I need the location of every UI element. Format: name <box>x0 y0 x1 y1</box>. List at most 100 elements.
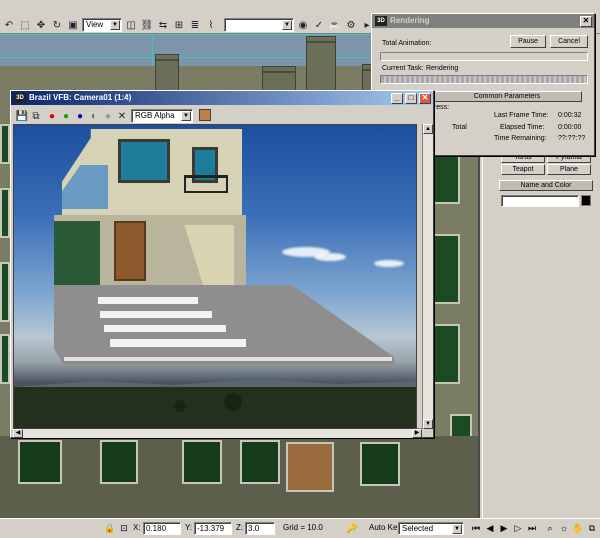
task-progress-fill <box>381 76 587 83</box>
select-object-icon[interactable]: ⬚ <box>18 18 32 32</box>
play-icon[interactable]: ▶ <box>498 523 510 535</box>
scroll-right-icon[interactable]: ▶ <box>412 429 422 438</box>
chimney <box>306 36 336 94</box>
cancel-button[interactable]: Cancel <box>550 35 588 48</box>
name-and-color-rollout[interactable]: Name and Color <box>499 180 593 191</box>
pivot-center-icon[interactable]: ◫ <box>124 18 138 32</box>
scroll-left-icon[interactable]: ◀ <box>13 429 23 438</box>
selected-dropdown-value: Selected <box>402 524 434 533</box>
close-icon[interactable]: ✕ <box>419 93 431 104</box>
pause-button[interactable]: Pause <box>510 35 546 48</box>
clear-icon[interactable]: ✕ <box>115 109 129 123</box>
orbit-icon[interactable]: ☼ <box>558 523 570 535</box>
common-parameters-label: Common Parameters <box>473 93 541 100</box>
common-parameters-rollout[interactable]: Common Parameters <box>432 91 582 102</box>
named-selection-dropdown[interactable]: ▼ <box>224 18 294 32</box>
green-channel-icon[interactable]: ● <box>59 109 73 123</box>
background-color-swatch[interactable] <box>199 109 211 121</box>
alpha-channel-icon[interactable]: ◐ <box>87 109 101 123</box>
scroll-up-icon[interactable]: ▲ <box>423 124 433 134</box>
minimize-icon[interactable]: _ <box>391 93 403 104</box>
tree <box>224 393 242 411</box>
window <box>18 440 62 484</box>
chevron-down-icon: ▼ <box>282 20 292 30</box>
teapot-button[interactable]: Teapot <box>501 164 545 175</box>
rendering-titlebar[interactable]: 3D Rendering ✕ <box>372 14 594 28</box>
status-bar: 🔒 ⊡ X: 0.180 Y: -13.379 Z: 3.0 Grid = 10… <box>0 518 600 538</box>
scale-icon[interactable]: ▣ <box>66 18 80 32</box>
zoom-icon[interactable]: ⌕ <box>544 523 556 535</box>
next-frame-icon[interactable]: ▷ <box>512 523 524 535</box>
select-and-link-icon[interactable]: ⛓ <box>140 18 154 32</box>
vfb-titlebar[interactable]: 3D Brazil VFB: Camera01 (1:4) _ □ ✕ <box>11 91 433 105</box>
key-filter-dropdown[interactable]: Selected ▼ <box>398 522 464 535</box>
object-color-swatch[interactable] <box>581 195 591 206</box>
y-label: Y: <box>185 523 193 532</box>
total-animation-label: Total Animation: <box>382 40 432 47</box>
material-editor-icon[interactable]: ◉ <box>296 18 310 32</box>
reference-coordinate-dropdown[interactable]: View ▼ <box>82 18 122 32</box>
maximize-viewport-icon[interactable]: ⧉ <box>586 523 598 535</box>
window <box>100 440 138 484</box>
curb <box>64 357 392 361</box>
plane-button[interactable]: Plane <box>547 164 591 175</box>
max-app-icon: 3D <box>375 16 387 26</box>
current-task-label: Current Task: <box>382 65 424 72</box>
window <box>432 324 460 384</box>
crosswalk-stripe <box>100 311 212 318</box>
blue-channel-icon[interactable]: ● <box>73 109 87 123</box>
vfb-title: Brazil VFB: Camera01 (1:4) <box>29 93 132 102</box>
view-dropdown-value: View <box>86 20 104 29</box>
tree <box>174 400 186 412</box>
previous-frame-icon[interactable]: ◀ <box>484 523 496 535</box>
auto-key-label[interactable]: Auto Key <box>369 523 401 532</box>
last-frame-time-label: Last Frame Time: <box>494 112 549 119</box>
lock-selection-icon[interactable]: 🔒 <box>104 523 116 535</box>
save-image-icon[interactable]: 💾 <box>15 109 29 123</box>
pan-icon[interactable]: ✋ <box>572 523 584 535</box>
window <box>182 440 222 484</box>
window <box>360 442 400 486</box>
channel-dropdown[interactable]: RGB Alpha ▼ <box>131 109 193 123</box>
window <box>0 124 10 164</box>
close-icon[interactable]: ✕ <box>580 16 592 27</box>
key-icon[interactable]: 🔑 <box>342 523 362 535</box>
maximize-icon[interactable]: □ <box>405 93 417 104</box>
horizontal-scrollbar[interactable]: ◀ ▶ <box>13 428 422 438</box>
y-coordinate-field[interactable]: -13.379 <box>194 522 232 535</box>
rotate-icon[interactable]: ↻ <box>50 18 64 32</box>
object-name-field[interactable] <box>501 195 579 207</box>
chevron-down-icon: ▼ <box>181 111 191 121</box>
go-to-end-icon[interactable]: ⏭ <box>526 523 538 535</box>
clone-vfb-icon[interactable]: ⧉ <box>29 109 43 123</box>
vertical-scrollbar[interactable]: ▲ ▼ <box>422 124 433 429</box>
render-setup-icon[interactable]: ✓ <box>312 18 326 32</box>
current-task-value: Rendering <box>426 65 459 72</box>
absolute-mode-icon[interactable]: ⊡ <box>118 523 130 535</box>
move-icon[interactable]: ✥ <box>34 18 48 32</box>
undo-icon[interactable]: ↶ <box>2 18 16 32</box>
window <box>432 234 460 304</box>
x-coordinate-field[interactable]: 0.180 <box>143 522 181 535</box>
building-window <box>118 139 170 183</box>
go-to-start-icon[interactable]: ⏮ <box>470 523 482 535</box>
mirror-icon[interactable]: ⇆ <box>156 18 170 32</box>
align-icon[interactable]: ⊞ <box>172 18 186 32</box>
chevron-down-icon: ▼ <box>452 524 462 534</box>
balcony-railing <box>184 175 228 193</box>
cloud <box>374 260 404 267</box>
elapsed-time-value: 0:00:00 <box>558 124 582 131</box>
chimney <box>155 54 179 94</box>
scroll-down-icon[interactable]: ▼ <box>423 419 433 429</box>
vfb-toolbar: 💾 ⧉ ● ● ● ◐ ● ✕ RGB Alpha ▼ <box>11 107 433 125</box>
red-channel-icon[interactable]: ● <box>45 109 59 123</box>
layers-icon[interactable]: ≣ <box>188 18 202 32</box>
curve-editor-icon[interactable]: ⌇ <box>204 18 218 32</box>
quick-render-icon[interactable]: ☕ <box>328 18 342 32</box>
window <box>240 440 280 484</box>
window <box>0 188 10 238</box>
mono-icon[interactable]: ● <box>101 109 115 123</box>
z-coordinate-field[interactable]: 3.0 <box>245 522 275 535</box>
render-last-icon[interactable]: ⚙ <box>344 18 358 32</box>
rendering-title: Rendering <box>390 16 430 25</box>
